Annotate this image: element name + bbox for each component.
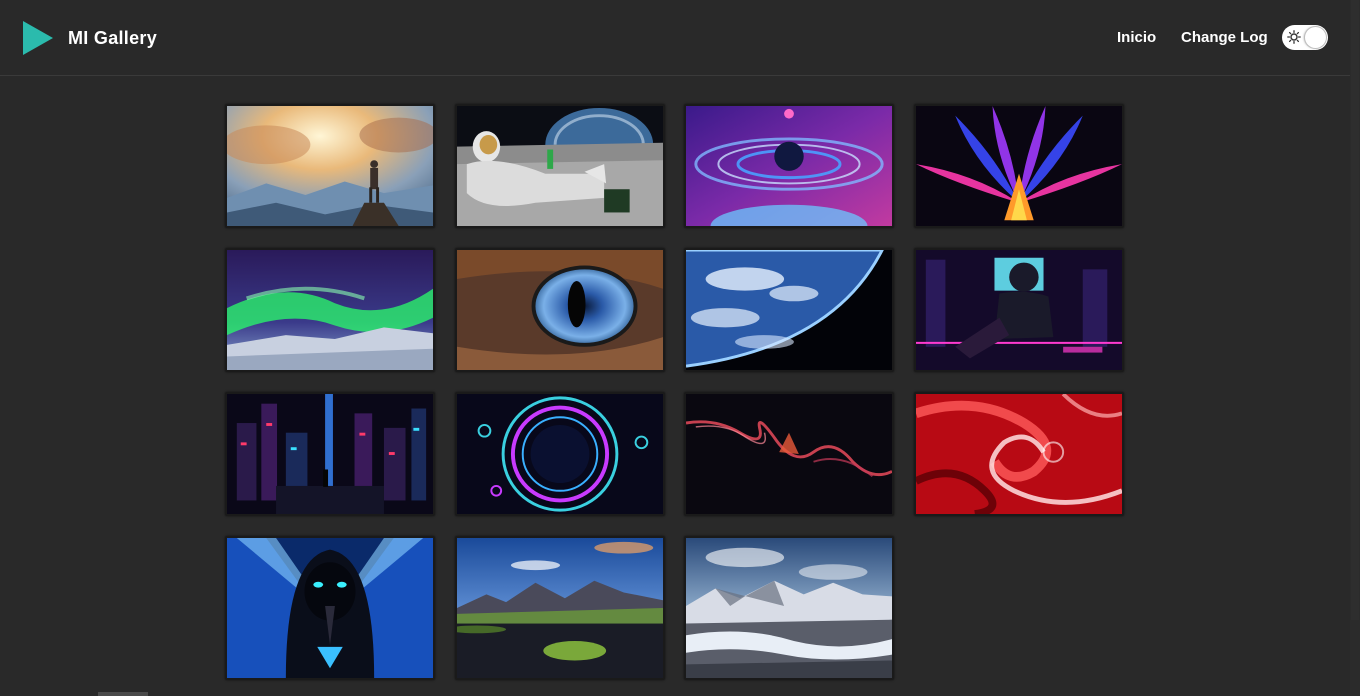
gallery-image-neon-feathers[interactable]: [914, 104, 1124, 228]
nav-link-change-log[interactable]: Change Log: [1181, 28, 1268, 48]
gallery-image-earth-from-space[interactable]: [684, 248, 894, 372]
gallery-image-snowy-mountains[interactable]: [684, 536, 894, 680]
gallery-image-cyberpunk-city[interactable]: [225, 392, 435, 516]
brand-title[interactable]: MI Gallery: [68, 27, 157, 49]
gallery-image-ringed-planet[interactable]: [684, 104, 894, 228]
gallery-image-abstract-smoke[interactable]: [684, 392, 894, 516]
gallery-image-red-swirl[interactable]: [914, 392, 1124, 516]
toggle-knob[interactable]: [1305, 27, 1326, 48]
scrollbar-thumb[interactable]: [1351, 0, 1359, 620]
gallery-image-aurora[interactable]: [225, 248, 435, 372]
gallery-image-warrior-on-cliff[interactable]: [225, 104, 435, 228]
gallery-image-hooded-figure[interactable]: [225, 536, 435, 680]
gallery-image-cat-eye[interactable]: [455, 248, 665, 372]
horizontal-scrollbar-thumb[interactable]: [98, 692, 148, 696]
gallery-image-astronaut-on-moon[interactable]: [455, 104, 665, 228]
vertical-scrollbar[interactable]: [1350, 0, 1360, 696]
play-logo-icon[interactable]: [22, 21, 54, 55]
nav-link-inicio[interactable]: Inicio: [1117, 28, 1156, 48]
sun-icon: [1287, 30, 1301, 44]
theme-toggle[interactable]: [1282, 25, 1328, 50]
gallery-image-neon-hero[interactable]: [914, 248, 1124, 372]
gallery-image-mountain-lake[interactable]: [455, 536, 665, 680]
gallery-image-neon-portal[interactable]: [455, 392, 665, 516]
top-navbar: MI Gallery Inicio Change Log: [0, 0, 1350, 76]
